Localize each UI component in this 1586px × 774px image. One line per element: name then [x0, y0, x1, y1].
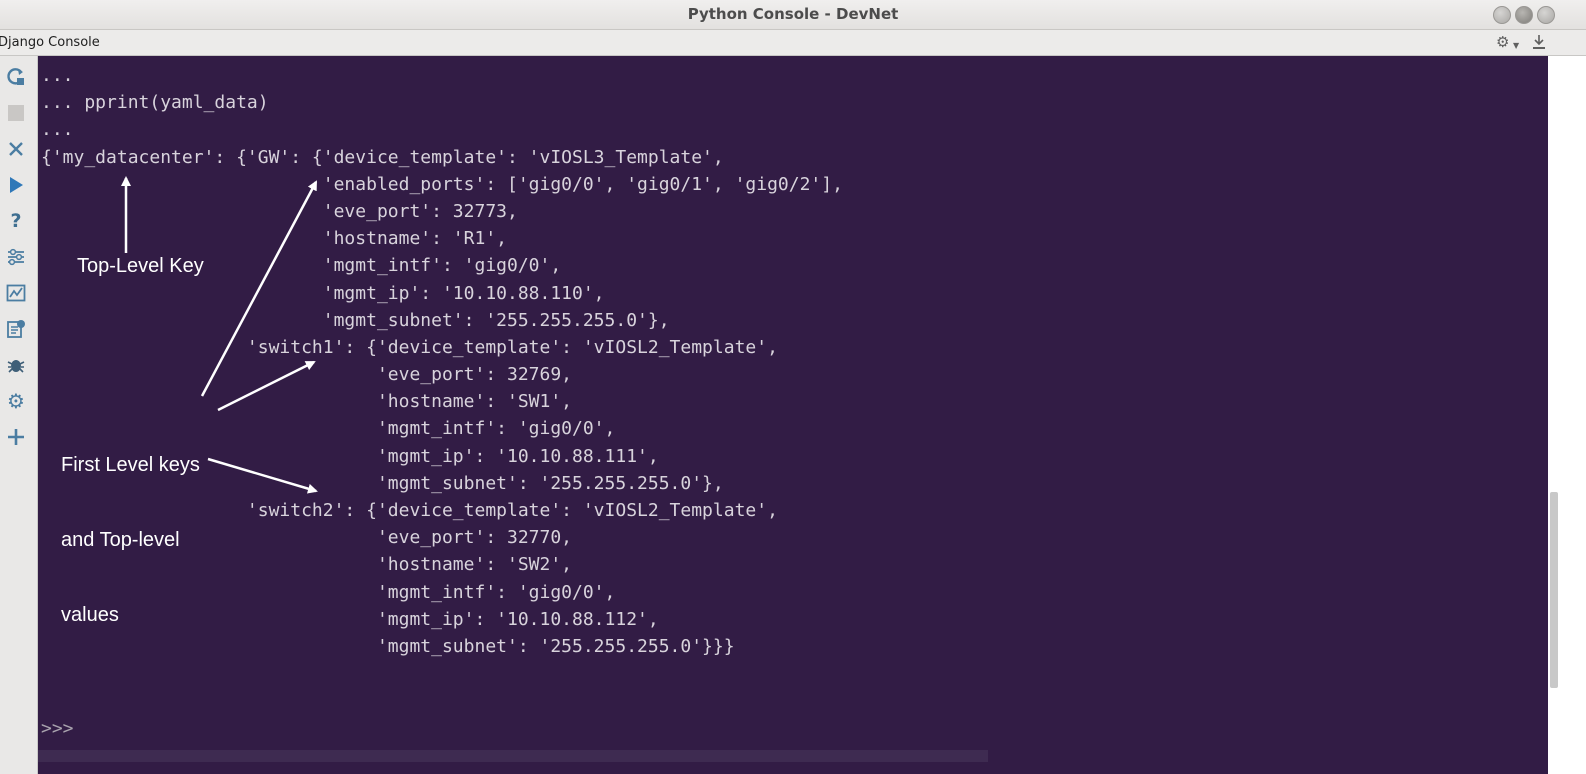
annotation-first-level-line: First Level keys	[61, 454, 200, 476]
maximize-button[interactable]	[1515, 6, 1533, 24]
annotation-top-level-key: Top-Level Key	[77, 255, 204, 277]
console-line: 'mgmt_subnet': '255.255.255.0'},	[41, 309, 670, 331]
console-line: ...	[41, 119, 74, 141]
console-line: 'mgmt_ip': '10.10.88.110',	[41, 282, 605, 304]
console-line: 'eve_port': 32773,	[41, 200, 518, 222]
console-line: 'hostname': 'R1',	[41, 228, 507, 250]
console-line: 'switch1': {'device_template': 'vIOSL2_T…	[41, 336, 778, 358]
execute-icon[interactable]	[5, 174, 27, 196]
gear-icon[interactable]: ⚙	[5, 390, 27, 412]
vertical-scrollbar-thumb[interactable]	[1550, 492, 1558, 688]
console-line: 'enabled_ports': ['gig0/0', 'gig0/1', 'g…	[41, 173, 843, 195]
close-icon[interactable]	[5, 138, 27, 160]
close-window-button[interactable]	[1537, 6, 1555, 24]
console-output[interactable]: ... ... pprint(yaml_data)... {'my_datacent…	[38, 56, 1548, 774]
help-icon[interactable]: ?	[5, 210, 27, 232]
annotation-first-level-line: and Top-level	[61, 529, 180, 551]
console-line: {'my_datacenter': {'GW': {'device_templa…	[41, 146, 724, 168]
console-line: 'eve_port': 32769,	[41, 364, 573, 386]
window-title: Python Console - DevNet	[687, 5, 899, 23]
console-line: >>>	[41, 717, 74, 739]
console-line: ... pprint(yaml_data)	[41, 92, 269, 114]
tool-window-title: Django Console	[0, 35, 100, 50]
debug-icon[interactable]	[5, 354, 27, 376]
stop-icon[interactable]	[5, 102, 27, 124]
annotation-first-level: First Level keys and Top-level values	[61, 403, 231, 653]
settings-toggle-icon[interactable]	[5, 246, 27, 268]
hide-icon[interactable]	[1532, 34, 1546, 53]
horizontal-scrollbar[interactable]	[38, 750, 988, 762]
gear-icon[interactable]: ⚙	[1496, 34, 1509, 50]
console-line: ...	[41, 65, 74, 86]
chevron-down-icon[interactable]: ▼	[1513, 38, 1519, 54]
console-toolbar: ? ⚙	[0, 56, 38, 774]
rerun-icon[interactable]	[5, 66, 27, 88]
history-icon[interactable]	[5, 318, 27, 340]
annotation-first-level-line: values	[61, 604, 119, 626]
minimize-button[interactable]	[1493, 6, 1511, 24]
variables-icon[interactable]	[5, 282, 27, 304]
tool-window-header: Django Console ⚙ ▼	[0, 30, 1586, 56]
add-icon[interactable]	[5, 426, 27, 448]
window-title-bar: Python Console - DevNet	[0, 0, 1586, 30]
